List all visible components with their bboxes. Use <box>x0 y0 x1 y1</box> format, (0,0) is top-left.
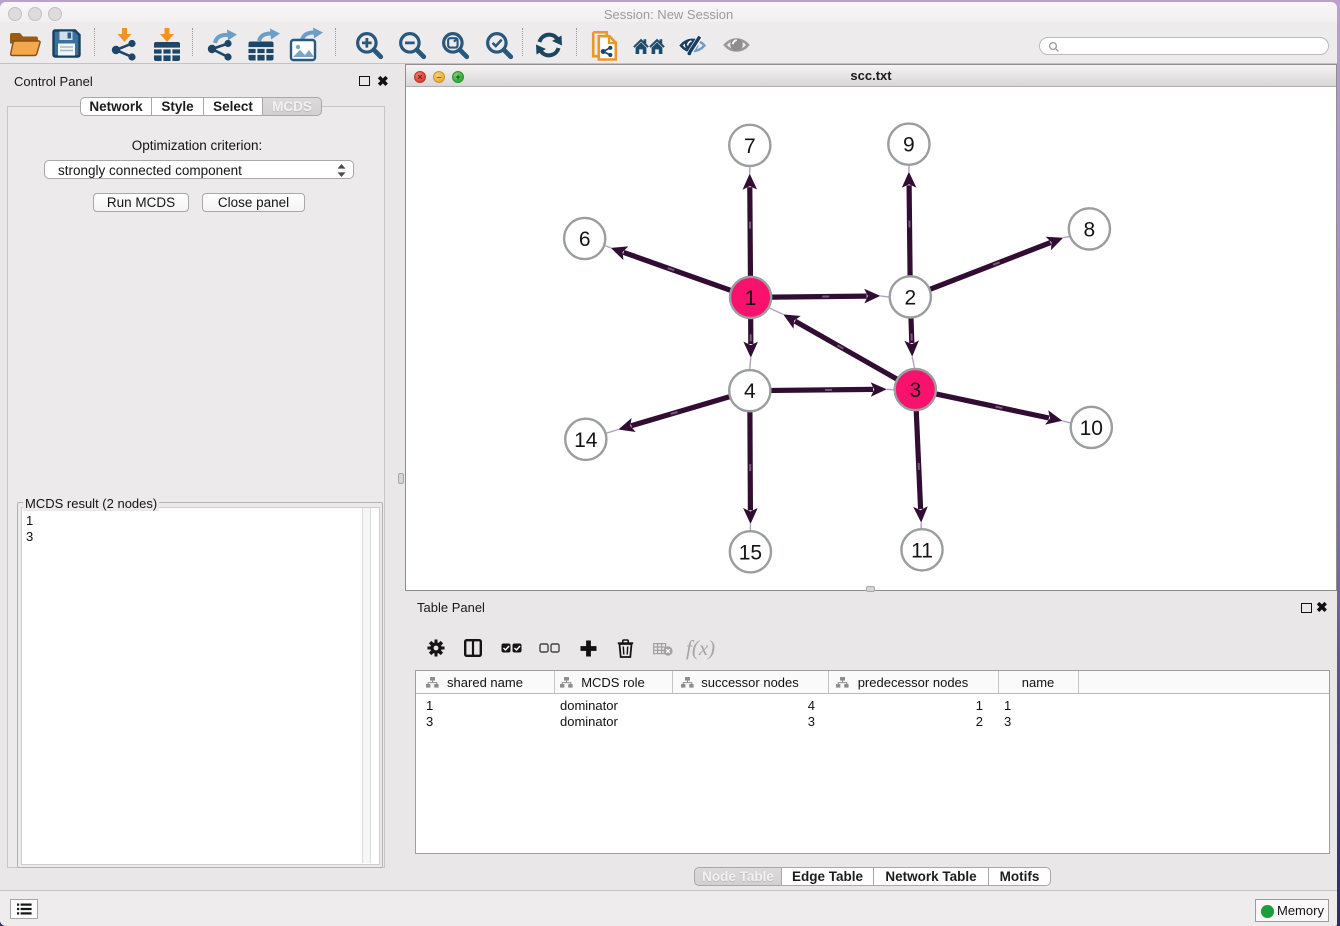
svg-text:1: 1 <box>745 287 757 310</box>
svg-text:6: 6 <box>579 228 591 251</box>
svg-text:2: 2 <box>904 286 916 309</box>
svg-text:10: 10 <box>1080 417 1103 440</box>
svg-text:14: 14 <box>574 429 598 452</box>
svg-text:11: 11 <box>911 539 933 562</box>
svg-text:3: 3 <box>909 379 921 402</box>
svg-text:4: 4 <box>744 380 756 403</box>
svg-text:15: 15 <box>739 541 762 564</box>
svg-text:7: 7 <box>744 135 756 158</box>
svg-text:9: 9 <box>903 134 915 157</box>
svg-text:8: 8 <box>1084 218 1096 241</box>
